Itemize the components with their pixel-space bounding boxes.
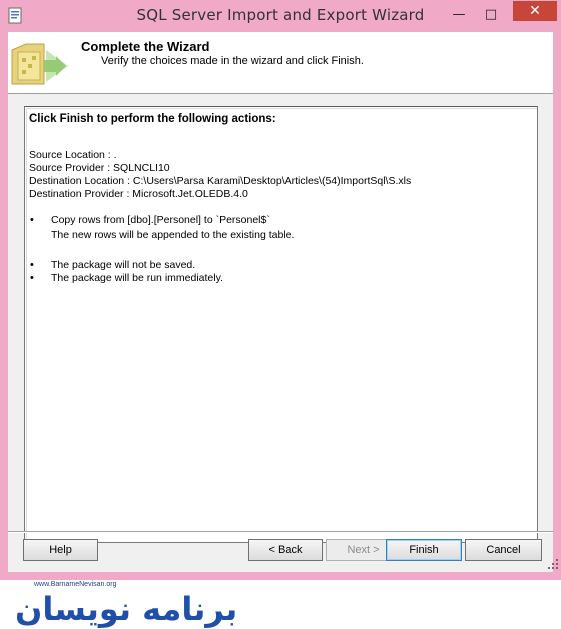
footer-divider-highlight [8, 532, 553, 533]
watermark-url: www.BarnameNevisan.org [34, 581, 117, 588]
resize-grip-icon[interactable] [547, 558, 559, 570]
action-copy-rows: Copy rows from [dbo].[Personel] to `Pers… [51, 214, 270, 226]
maximize-button[interactable]: □ [477, 6, 505, 26]
wizard-header: Complete the Wizard Verify the choices m… [8, 32, 553, 94]
wizard-window: SQL Server Import and Export Wizard — □ … [0, 0, 561, 580]
summary-heading: Click Finish to perform the following ac… [29, 113, 276, 125]
detail-destination-location: Destination Location : C:\Users\Parsa Ka… [29, 175, 412, 187]
finish-button[interactable]: Finish [386, 539, 462, 561]
action-package-run: The package will be run immediately. [51, 272, 223, 284]
page-subtitle: Verify the choices made in the wizard an… [101, 55, 364, 67]
bullet-glyph: • [30, 259, 34, 271]
action-copy-rows-note: The new rows will be appended to the exi… [51, 229, 295, 241]
detail-source-location: Source Location : . [29, 149, 117, 161]
wizard-folder-icon [11, 43, 68, 85]
wizard-client-area: Complete the Wizard Verify the choices m… [8, 32, 553, 572]
title-bar[interactable]: SQL Server Import and Export Wizard — □ … [0, 0, 561, 32]
summary-panel[interactable]: Click Finish to perform the following ac… [24, 106, 538, 543]
summary-inner: Click Finish to perform the following ac… [26, 108, 537, 542]
help-button[interactable]: Help [23, 539, 98, 561]
bullet-glyph: • [30, 214, 34, 226]
page-title: Complete the Wizard [81, 39, 210, 54]
detail-destination-provider: Destination Provider : Microsoft.Jet.OLE… [29, 188, 248, 200]
cancel-button[interactable]: Cancel [465, 539, 542, 561]
close-button[interactable]: ✕ [513, 1, 557, 21]
detail-source-provider: Source Provider : SQLNCLI10 [29, 162, 170, 174]
watermark-logo: برنامه نویسان [15, 590, 238, 628]
action-package-not-saved: The package will not be saved. [51, 259, 196, 271]
back-button[interactable]: < Back [248, 539, 323, 561]
bullet-glyph: • [30, 272, 34, 284]
minimize-button[interactable]: — [445, 6, 473, 26]
